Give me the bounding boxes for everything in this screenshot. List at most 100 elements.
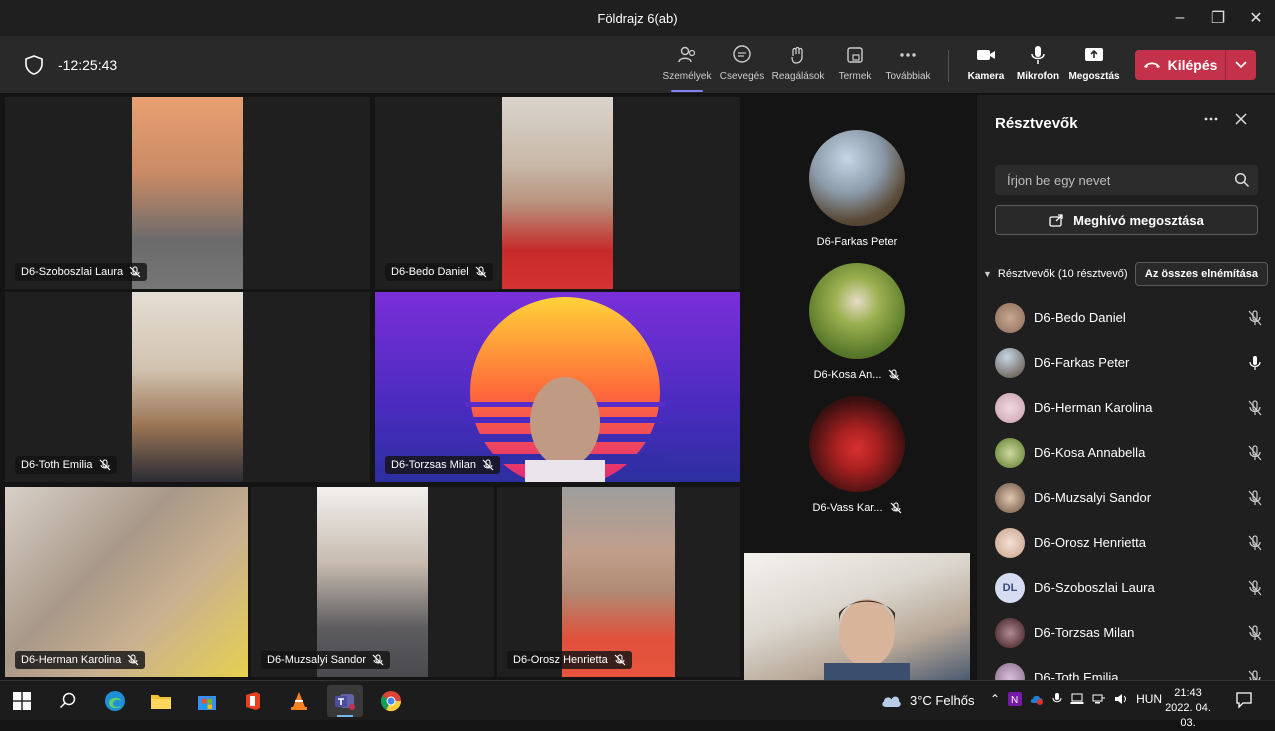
share-button[interactable]: Megosztás [1062, 44, 1126, 90]
system-tray: ⌃ N HUN [990, 692, 1162, 706]
participant-row[interactable]: D6-Kosa Annabella [995, 430, 1265, 475]
video-feed [562, 487, 675, 677]
video-tile[interactable]: D6-Bedo Daniel [375, 97, 740, 289]
video-tile[interactable]: D6-Herman Karolina [5, 487, 248, 677]
meeting-toolbar: -12:25:43 Személyek Csevegés Reagálások … [0, 36, 1275, 94]
teams-icon [335, 694, 355, 710]
clock[interactable]: 21:43 2022. 04. 03. [1158, 686, 1218, 731]
windows-logo-icon [13, 692, 31, 710]
video-feed [502, 97, 613, 289]
participant-row[interactable]: D6-Bedo Daniel [995, 295, 1265, 340]
notification-button[interactable] [1235, 691, 1253, 714]
participant-row[interactable]: D6-Herman Karolina [995, 385, 1265, 430]
panel-close-button[interactable] [1233, 111, 1249, 132]
reactions-button[interactable]: Reagálások [766, 44, 830, 90]
chat-button[interactable]: Csevegés [710, 44, 774, 90]
timer-text: -12:25:43 [58, 57, 118, 73]
participants-panel: Résztvevők Meghívó megosztása ▼ Résztvev… [976, 95, 1275, 693]
participant-row[interactable]: D6-Torzsas Milan [995, 610, 1265, 655]
edge-icon [105, 691, 125, 711]
participant-search[interactable] [995, 165, 1258, 195]
close-button[interactable]: ✕ [1237, 0, 1275, 36]
video-tile[interactable]: D6-Torzsas Milan [375, 292, 740, 482]
windows-taskbar: 3°C Felhős ⌃ N HUN 21:43 2022. 04. 03. [0, 680, 1275, 729]
chat-icon [733, 45, 751, 63]
avatar [995, 437, 1025, 468]
participant-name: D6-Kosa Annabella [1034, 445, 1146, 460]
chevron-up-icon[interactable]: ⌃ [990, 692, 1000, 706]
video-tile[interactable]: D6-Toth Emilia [5, 292, 370, 482]
office-icon [246, 692, 260, 710]
share-screen-icon [1085, 48, 1103, 61]
office-app[interactable] [235, 685, 271, 717]
store-app[interactable] [189, 685, 225, 717]
search-input[interactable] [995, 165, 1258, 195]
cloud-sync-icon[interactable] [1030, 692, 1044, 706]
mic-off-icon [614, 654, 626, 666]
avatar [995, 347, 1025, 378]
leave-button[interactable]: Kilépés [1135, 50, 1256, 80]
teams-app[interactable] [327, 685, 363, 717]
participants-section-header: ▼ Résztvevők (10 résztvevő) Az összes el… [983, 262, 1268, 286]
panel-more-button[interactable] [1203, 111, 1219, 132]
network-icon[interactable] [1092, 693, 1106, 705]
taskbar-search-button[interactable] [50, 685, 86, 717]
mute-all-button[interactable]: Az összes elnémítása [1134, 262, 1268, 286]
camera-icon [977, 50, 995, 60]
chrome-app[interactable] [373, 685, 409, 717]
self-view[interactable] [744, 553, 970, 680]
vlc-app[interactable] [281, 685, 317, 717]
people-label: Személyek [662, 71, 712, 82]
start-button[interactable] [4, 685, 40, 717]
participant-row[interactable]: D6-Farkas Peter [995, 340, 1265, 385]
share-invite-button[interactable]: Meghívó megosztása [995, 205, 1258, 235]
onenote-icon[interactable]: N [1008, 692, 1023, 706]
participant-row[interactable]: DL D6-Szoboszlai Laura [995, 565, 1265, 610]
participant-name: D6-Muzsalyi Sandor [1034, 490, 1152, 505]
participant-name: D6-Orosz Henrietta [513, 654, 608, 666]
laptop-icon[interactable] [1070, 693, 1084, 705]
participant-list: D6-Bedo Daniel D6-Farkas Peter D6-Herman… [995, 295, 1265, 700]
video-tile[interactable]: D6-Muzsalyi Sandor [251, 487, 494, 677]
leave-main[interactable]: Kilépés [1135, 57, 1225, 73]
weather-widget[interactable]: 3°C Felhős [880, 692, 974, 708]
mic-off-icon [1245, 444, 1265, 461]
panel-title: Résztvevők [995, 115, 1078, 132]
side-participant[interactable]: D6-Farkas Peter [795, 130, 919, 248]
leave-options-button[interactable] [1225, 50, 1256, 80]
collapse-caret-icon[interactable]: ▼ [983, 269, 992, 279]
shield-icon [25, 55, 43, 75]
participant-row[interactable]: D6-Muzsalyi Sandor [995, 475, 1265, 520]
side-participant[interactable]: D6-Vass Kar... [795, 396, 919, 514]
mic-label: Mikrofon [1016, 71, 1060, 82]
mic-off-icon [482, 459, 494, 471]
people-icon [678, 46, 696, 63]
microphone-icon[interactable] [1052, 692, 1062, 706]
participant-row[interactable]: D6-Orosz Henrietta [995, 520, 1265, 565]
more-button[interactable]: Továbbiak [876, 44, 940, 90]
video-feed [317, 487, 428, 677]
side-participant-name-row: D6-Farkas Peter [795, 236, 919, 248]
video-tile[interactable]: D6-Orosz Henrietta [497, 487, 740, 677]
clock-time: 21:43 [1174, 687, 1202, 699]
participant-name: D6-Bedo Daniel [1034, 310, 1126, 325]
avatar-initials: DL [995, 572, 1025, 603]
section-label: Résztvevők (10 résztvevő) [997, 268, 1128, 280]
window-controls: – ❐ ✕ [1161, 0, 1275, 36]
video-tile[interactable]: D6-Szoboszlai Laura [5, 97, 370, 289]
minimize-button[interactable]: – [1161, 0, 1199, 36]
name-tag: D6-Bedo Daniel [385, 263, 493, 281]
title-bar: Földrajz 6(ab) – ❐ ✕ [0, 0, 1275, 36]
mic-button[interactable]: Mikrofon [1006, 44, 1070, 90]
volume-icon[interactable] [1114, 693, 1128, 705]
edge-app[interactable] [97, 685, 133, 717]
side-participant[interactable]: D6-Kosa An... [795, 263, 919, 381]
video-stage: D6-Szoboszlai Laura D6-Bedo Daniel D6-To… [0, 95, 975, 680]
chevron-down-icon [1235, 61, 1247, 69]
cloud-icon [882, 696, 901, 707]
file-explorer-app[interactable] [143, 685, 179, 717]
maximize-button[interactable]: ❐ [1199, 0, 1237, 36]
participant-name: D6-Kosa An... [813, 369, 882, 381]
folder-icon [151, 695, 171, 709]
mic-off-icon [890, 502, 901, 514]
